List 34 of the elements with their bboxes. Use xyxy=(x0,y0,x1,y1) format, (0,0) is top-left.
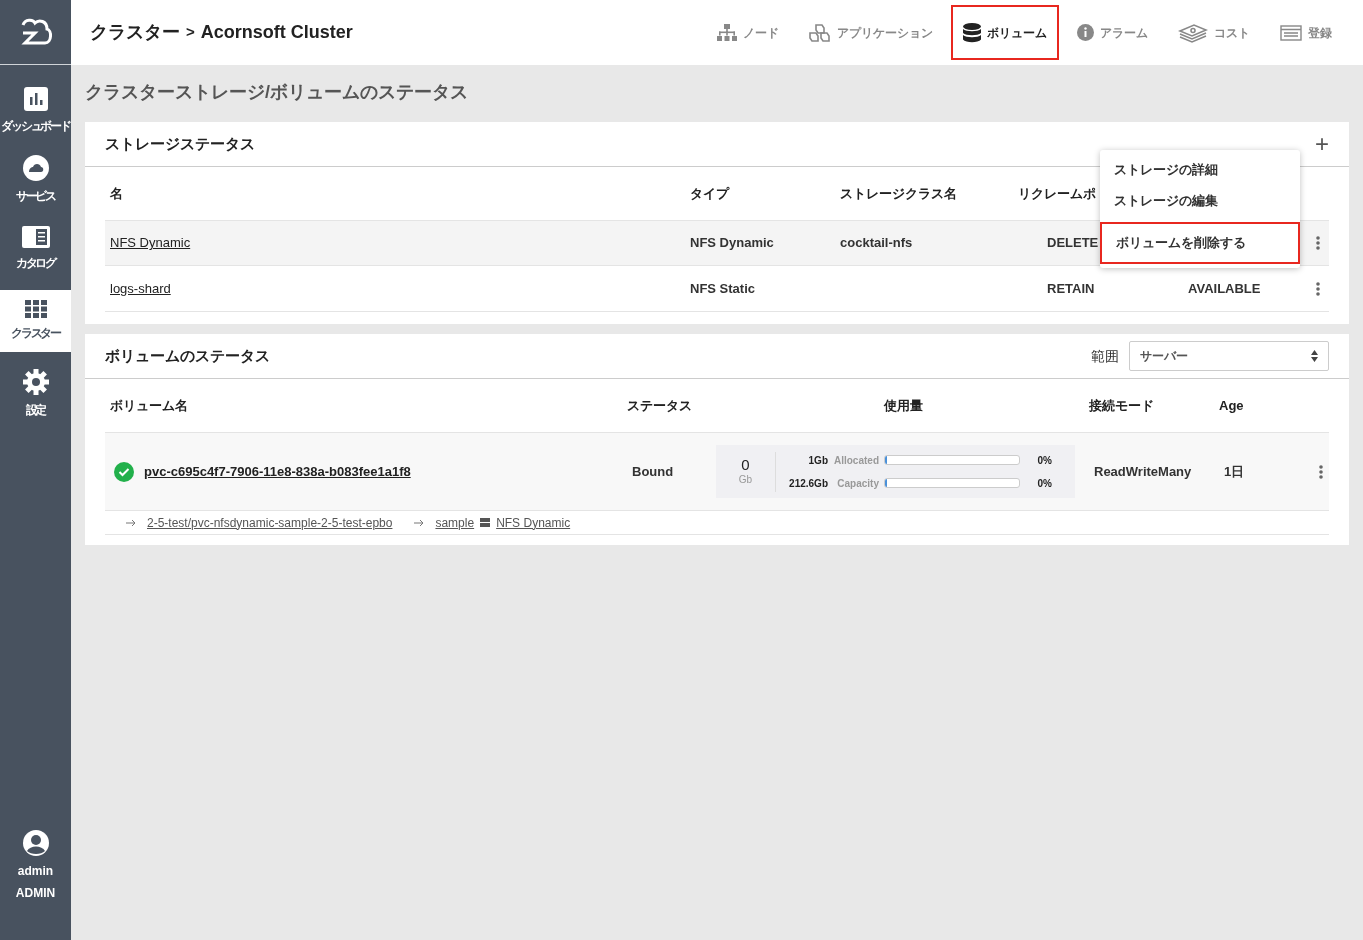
page-title: クラスターストレージ/ボリュームのステータス xyxy=(85,81,469,104)
meter-percent: 0% xyxy=(1036,476,1052,491)
table-cell-text: 1日 xyxy=(1223,462,1246,481)
user-name: admin xyxy=(17,863,54,880)
table-cell: cocktail-nfs xyxy=(840,235,913,251)
column-header: ストレージクラス名 xyxy=(840,185,957,201)
card-title: ボリュームのステータス xyxy=(105,345,270,366)
table-cell: DELETE xyxy=(1047,235,1099,251)
usage-unit: Gb xyxy=(738,472,753,487)
usage-value: 0 xyxy=(741,456,750,472)
table-cell: RETAIN xyxy=(1047,280,1095,296)
user-role: ADMIN xyxy=(15,885,56,902)
column-header: ボリューム名 xyxy=(110,396,189,415)
meter-size: 212.6Gb xyxy=(788,476,828,491)
table-cell: NFS Static xyxy=(690,280,755,296)
table-cell-text: Bound xyxy=(631,462,674,481)
meter-percent: 0% xyxy=(1036,453,1052,468)
column-header: 接続モード xyxy=(1089,396,1155,415)
cluster-name: Acornsoft Cluster xyxy=(200,21,353,44)
column-header: ステータス xyxy=(627,396,693,415)
meter-label: Allocated xyxy=(833,453,880,468)
table-cell: NFS Dynamic xyxy=(690,235,774,251)
table-cell: AVAILABLE xyxy=(1188,280,1261,296)
column-header: 名 xyxy=(110,185,123,201)
scope-label: 範囲 xyxy=(1091,346,1119,366)
meter-label: Capacity xyxy=(836,476,880,491)
meter-size: 1Gb xyxy=(807,453,828,468)
table-cell-text: ReadWriteMany xyxy=(1093,462,1193,481)
breadcrumb-separator: > xyxy=(186,22,195,43)
column-header: 使用量 xyxy=(882,396,924,415)
column-header: Age xyxy=(1219,396,1245,415)
column-header: リクレームポ xyxy=(1018,185,1096,201)
card-title: ストレージステータス xyxy=(105,133,255,154)
column-header: タイプ xyxy=(690,185,729,201)
